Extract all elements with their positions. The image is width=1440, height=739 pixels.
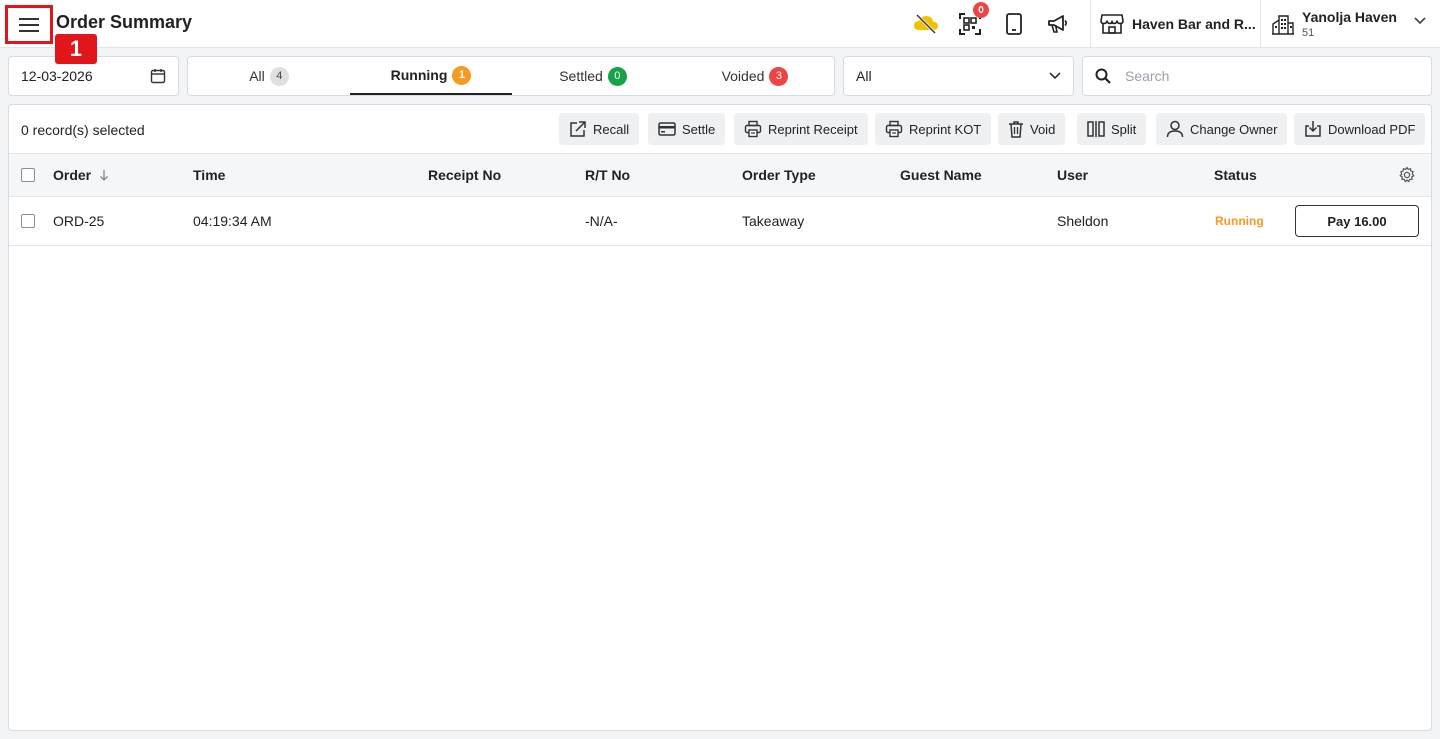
filter-row: 12-03-2026 All 4 Running 1 Settled 0 Voi… (8, 56, 1432, 96)
void-button[interactable]: Void (998, 113, 1066, 145)
tab-voided[interactable]: Voided 3 (674, 57, 836, 95)
download-pdf-button[interactable]: Download PDF (1294, 113, 1426, 145)
tab-label: Voided (721, 68, 765, 84)
chevron-down-icon (1414, 17, 1426, 25)
button-label: Settle (682, 121, 716, 137)
cell-order-type: Takeaway (742, 213, 805, 229)
building-icon (1272, 15, 1294, 35)
search-icon (1095, 68, 1111, 84)
column-header-user: User (1057, 167, 1089, 183)
tab-count-badge: 4 (269, 66, 289, 86)
printer-icon (885, 120, 903, 138)
row-checkbox[interactable] (21, 214, 35, 228)
search-field (1082, 56, 1432, 96)
tab-count-badge: 0 (607, 66, 627, 86)
megaphone-icon (1048, 15, 1068, 33)
table-header: Order Time Receipt No R/T No Order Type … (9, 154, 1431, 197)
order-filter-select[interactable]: All (843, 56, 1074, 96)
column-header-guest-name: Guest Name (900, 167, 982, 183)
property-selector[interactable]: Yanolja Haven 51 (1272, 0, 1432, 48)
cloud-offline-button[interactable] (912, 10, 940, 38)
column-header-order[interactable]: Order (53, 154, 109, 196)
cell-rt-no: -N/A- (585, 213, 618, 229)
download-icon (1305, 121, 1321, 137)
device-button[interactable] (1000, 10, 1028, 38)
tablet-icon (1006, 13, 1022, 35)
search-input[interactable] (1125, 68, 1405, 84)
top-bar: Order Summary 0 Haven Bar and R... Yanol… (0, 0, 1440, 48)
tab-label: Settled (559, 68, 603, 84)
cloud-offline-icon (914, 13, 938, 35)
button-label: Reprint Receipt (768, 121, 858, 137)
property-number: 51 (1302, 27, 1315, 39)
column-header-rt-no: R/T No (585, 167, 631, 183)
tab-count-badge: 1 (452, 65, 472, 85)
action-toolbar: 0 record(s) selected Recall Settle Repri… (9, 105, 1431, 154)
column-header-time: Time (193, 167, 226, 183)
cell-user: Sheldon (1057, 213, 1109, 229)
split-button[interactable]: Split (1077, 113, 1147, 145)
tab-count-badge: 3 (769, 66, 789, 86)
user-icon (1166, 120, 1184, 138)
tab-running[interactable]: Running 1 (350, 57, 512, 95)
status-tabs: All 4 Running 1 Settled 0 Voided 3 (187, 56, 835, 96)
button-label: Reprint KOT (909, 121, 982, 137)
sort-down-arrow-icon (100, 170, 109, 181)
selection-count: 0 record(s) selected (21, 122, 145, 138)
settle-button[interactable]: Settle (648, 113, 726, 145)
button-label: Change Owner (1190, 121, 1278, 137)
divider (1090, 0, 1091, 48)
button-label: Download PDF (1328, 121, 1416, 137)
column-header-status: Status (1214, 167, 1257, 183)
external-link-icon (570, 121, 586, 137)
trash-icon (1009, 121, 1023, 138)
table-row[interactable]: ORD-25 04:19:34 AM -N/A- Takeaway Sheldo… (9, 197, 1431, 246)
annotation-marker: 1 (55, 34, 97, 64)
gear-icon (1399, 166, 1415, 183)
button-label: Recall (593, 121, 630, 137)
reprint-receipt-button[interactable]: Reprint Receipt (734, 113, 868, 145)
outlet-selector[interactable]: Haven Bar and R... (1100, 0, 1256, 48)
notification-badge: 0 (973, 2, 989, 18)
announcements-button[interactable] (1044, 10, 1072, 38)
property-name: Yanolja Haven (1302, 9, 1397, 25)
row-checkbox-cell (21, 197, 35, 245)
button-label: Split (1111, 121, 1137, 137)
date-value: 12-03-2026 (21, 68, 93, 84)
select-all-checkbox-cell (21, 154, 35, 196)
status-badge: Running (1215, 214, 1264, 228)
split-icon (1087, 121, 1105, 137)
cell-order: ORD-25 (53, 213, 105, 229)
column-settings-button[interactable] (1398, 154, 1416, 196)
change-owner-button[interactable]: Change Owner (1156, 113, 1288, 145)
page-title: Order Summary (56, 12, 193, 32)
tab-label: Running (390, 67, 448, 83)
pay-button[interactable]: Pay 16.00 (1295, 205, 1419, 237)
store-icon (1100, 14, 1124, 34)
credit-card-icon (658, 122, 676, 136)
printer-icon (744, 120, 762, 138)
outlet-name: Haven Bar and R... (1132, 16, 1256, 32)
recall-button[interactable]: Recall (559, 113, 640, 145)
column-label: Order (53, 167, 92, 183)
qr-scanner-button[interactable]: 0 (956, 2, 989, 38)
tab-all[interactable]: All 4 (188, 57, 350, 95)
reprint-kot-button[interactable]: Reprint KOT (875, 113, 992, 145)
column-header-order-type: Order Type (742, 167, 816, 183)
divider (1260, 0, 1261, 48)
tab-label: All (249, 68, 265, 84)
hamburger-menu-button[interactable] (5, 5, 53, 44)
column-header-receipt-no: Receipt No (428, 167, 502, 183)
cell-time: 04:19:34 AM (193, 213, 272, 229)
button-label: Void (1030, 121, 1056, 137)
select-value: All (856, 68, 872, 84)
orders-panel: 0 record(s) selected Recall Settle Repri… (8, 104, 1432, 731)
hamburger-menu-icon (19, 17, 39, 32)
tab-settled[interactable]: Settled 0 (512, 57, 674, 95)
calendar-icon (150, 69, 166, 84)
chevron-down-icon (1049, 72, 1061, 80)
select-all-checkbox[interactable] (21, 168, 35, 182)
